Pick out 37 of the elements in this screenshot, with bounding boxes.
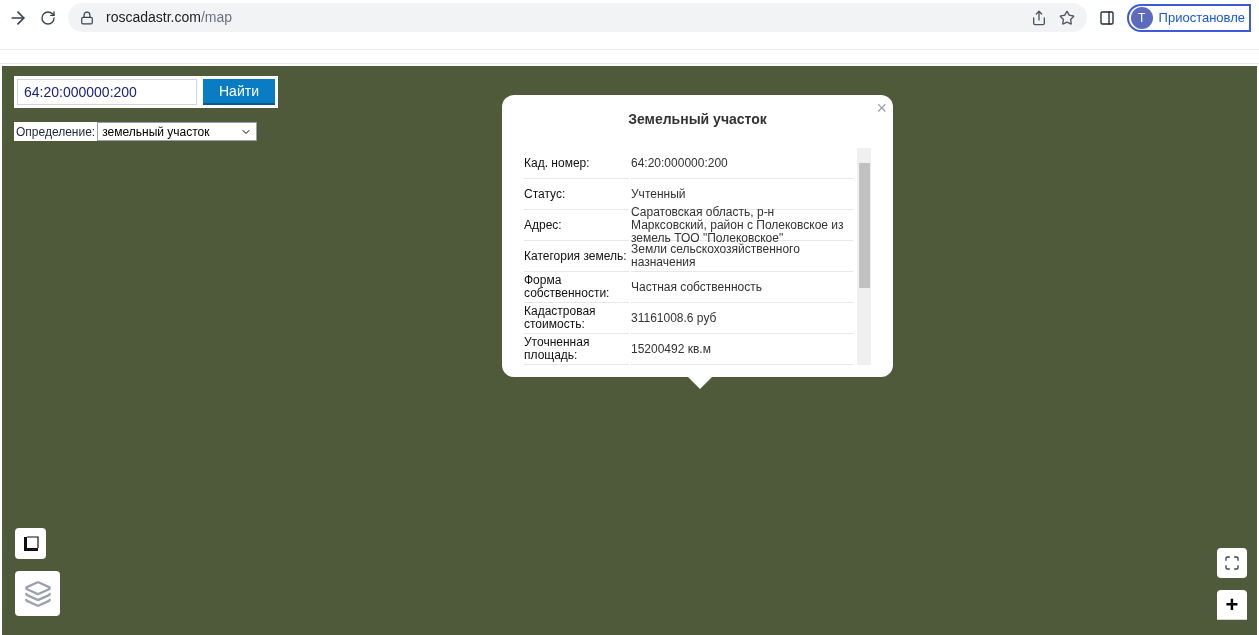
zoom-in-button[interactable]: + [1217,590,1247,620]
field-label: Категория земель: [524,241,629,272]
address-bar[interactable]: roscadastr.com/map [68,3,1087,32]
field-value: Земли сельскохозяйственного назначения [631,241,853,272]
url-text: roscadastr.com/map [106,8,233,27]
field-value: 64:20:000000:200 [631,148,853,179]
reload-icon[interactable] [40,9,56,26]
ruler-button[interactable] [15,528,46,559]
field-label: Статус: [524,179,629,210]
profile-button[interactable]: T Приостановле [1126,3,1251,32]
search-field[interactable]: 64:20:000000:200 [17,79,197,105]
field-value: Частная собственность [631,272,853,303]
field-label: Уточненная площадь: [524,334,629,365]
definition-select[interactable]: земельный участок [97,122,258,141]
search-button[interactable]: Найти [203,79,275,105]
fullscreen-button[interactable] [1217,548,1247,578]
definition-label: Определение: [14,122,98,141]
field-label: Кадастровая стоимость: [524,303,629,334]
layers-button[interactable] [15,571,60,616]
satellite-map[interactable] [2,66,1257,635]
field-label: Адрес: [524,210,629,241]
profile-avatar: T [1130,6,1153,29]
scrollbar-thumb[interactable] [858,163,870,288]
ruler-icon [21,534,40,553]
bookmark-icon[interactable] [1058,9,1075,26]
popup-title: Земельный участок [627,110,768,129]
side-panel-icon[interactable] [1098,9,1115,26]
fullscreen-icon [1224,555,1240,571]
share-icon[interactable] [1030,9,1047,26]
scrollbar[interactable] [857,148,871,365]
field-label: Форма собственности: [524,272,629,303]
field-value: 15200492 кв.м [631,334,853,365]
field-value: 31161008.6 руб [631,303,853,334]
popup-pointer [688,377,712,389]
field-label: Кад. номер: [524,148,629,179]
layers-icon [23,579,52,608]
lock-icon [80,10,94,25]
